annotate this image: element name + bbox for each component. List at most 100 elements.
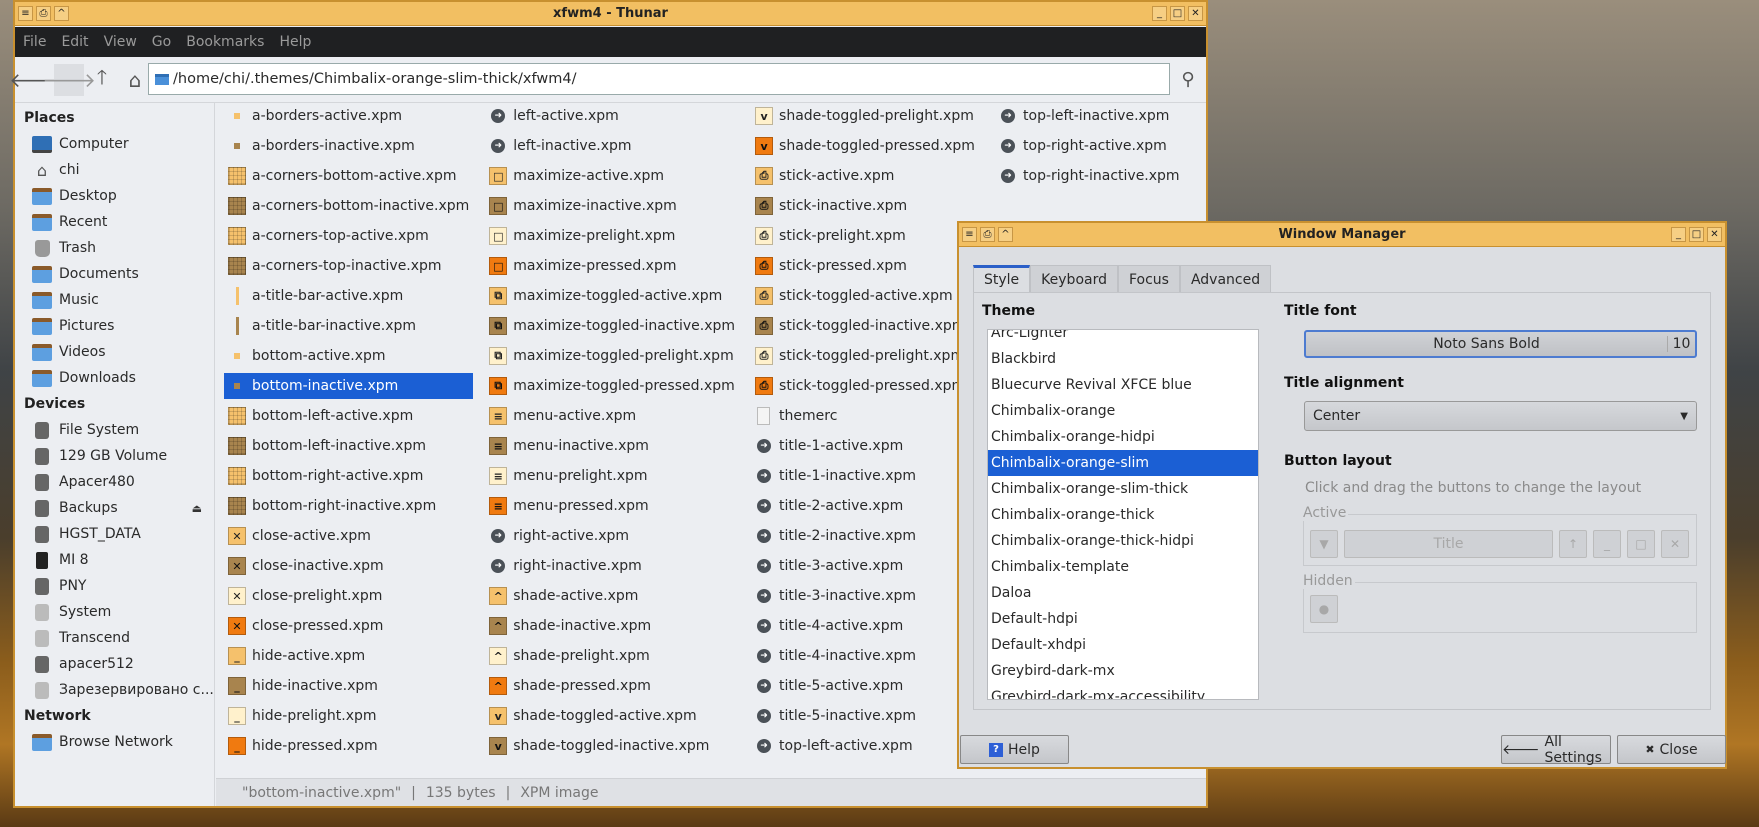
theme-list-item[interactable]: Greybird-dark-mx-accessibility	[988, 684, 1258, 699]
file-item[interactable]: ⧉ maximize-toggled-pressed.xpm	[485, 373, 739, 399]
file-item[interactable]: _ hide-prelight.xpm	[224, 703, 473, 729]
file-item[interactable]: ⎙ stick-pressed.xpm	[751, 253, 983, 279]
file-item[interactable]: ⎙ stick-inactive.xpm	[751, 193, 983, 219]
file-item[interactable]: ⎙ stick-toggled-active.xpm	[751, 283, 983, 309]
file-item[interactable]: a-title-bar-inactive.xpm	[224, 313, 473, 339]
file-item[interactable]: ➜ top-right-inactive.xpm	[995, 163, 1227, 189]
file-item[interactable]: ➜ left-inactive.xpm	[485, 133, 739, 159]
file-item[interactable]: ➜ top-right-active.xpm	[995, 133, 1227, 159]
file-item[interactable]: ^ shade-pressed.xpm	[485, 673, 739, 699]
sidebar-item[interactable]: Зарезервировано с...	[15, 677, 214, 703]
file-item[interactable]: ^ shade-prelight.xpm	[485, 643, 739, 669]
file-item[interactable]: ➜ title-2-inactive.xpm	[751, 523, 983, 549]
file-item[interactable]: ➜ left-active.xpm	[485, 103, 739, 129]
file-item[interactable]: _ hide-inactive.xpm	[224, 673, 473, 699]
shade-icon[interactable]: ^	[998, 227, 1013, 242]
hide-button-slot[interactable]: _	[1593, 530, 1621, 558]
sidebar-item[interactable]: Trash	[15, 235, 214, 261]
theme-list-item[interactable]: Arc-Lighter	[988, 330, 1258, 346]
file-item[interactable]: a-borders-inactive.xpm	[224, 133, 473, 159]
file-item[interactable]: ⧉ maximize-toggled-prelight.xpm	[485, 343, 739, 369]
file-item[interactable]: ✕ close-inactive.xpm	[224, 553, 473, 579]
tab-style[interactable]: Style	[973, 265, 1031, 293]
file-item[interactable]: ✕ close-pressed.xpm	[224, 613, 473, 639]
file-item[interactable]: ➜ right-active.xpm	[485, 523, 739, 549]
file-item[interactable]: ➜ title-3-inactive.xpm	[751, 583, 983, 609]
theme-list-item[interactable]: Greybird-dark-mx	[988, 658, 1258, 684]
sidebar-item[interactable]: Music	[15, 287, 214, 313]
up-arrow-icon[interactable]: 🡑	[87, 64, 117, 96]
file-item[interactable]: ➜ top-left-active.xpm	[751, 733, 983, 759]
file-item[interactable]: ≡ menu-inactive.xpm	[485, 433, 739, 459]
stick-icon[interactable]: ⎙	[36, 6, 51, 21]
menu-button-slot[interactable]: ▼	[1310, 530, 1338, 558]
file-item[interactable]: v shade-toggled-prelight.xpm	[751, 103, 983, 129]
minimize-button[interactable]: _	[1671, 227, 1686, 242]
sidebar-item[interactable]: PNY	[15, 573, 214, 599]
sidebar-item[interactable]: 129 GB Volume	[15, 443, 214, 469]
sidebar-item[interactable]: Downloads	[15, 365, 214, 391]
file-item[interactable]: v shade-toggled-pressed.xpm	[751, 133, 983, 159]
help-button[interactable]: ? Help	[960, 735, 1069, 764]
menu-file[interactable]: File	[23, 34, 46, 50]
file-item[interactable]: bottom-right-inactive.xpm	[224, 493, 473, 519]
stick-button-slot[interactable]: ●	[1310, 595, 1338, 623]
shade-icon[interactable]: ^	[54, 6, 69, 21]
theme-list-item[interactable]: Default-hdpi	[988, 606, 1258, 632]
sidebar-item[interactable]: Apacer480	[15, 469, 214, 495]
file-item[interactable]: bottom-right-active.xpm	[224, 463, 473, 489]
close-button[interactable]: ✕	[1707, 227, 1722, 242]
file-item[interactable]: ⎙ stick-toggled-pressed.xpm	[751, 373, 983, 399]
file-item[interactable]: a-title-bar-active.xpm	[224, 283, 473, 309]
sidebar-item[interactable]: Transcend	[15, 625, 214, 651]
file-item[interactable]: ✕ close-active.xpm	[224, 523, 473, 549]
file-item[interactable]: ➜ title-4-inactive.xpm	[751, 643, 983, 669]
file-item[interactable]: ^ shade-active.xpm	[485, 583, 739, 609]
title-button-slot[interactable]: Title	[1344, 530, 1553, 558]
theme-list-item[interactable]: Daloa	[988, 580, 1258, 606]
theme-list-item[interactable]: Bluecurve Revival XFCE blue	[988, 372, 1258, 398]
maximize-button[interactable]: □	[1689, 227, 1704, 242]
file-item[interactable]: bottom-inactive.xpm	[224, 373, 474, 399]
title-font-button[interactable]: Noto Sans Bold 10	[1304, 330, 1697, 358]
file-item[interactable]: □ maximize-pressed.xpm	[485, 253, 739, 279]
file-item[interactable]: ✕ close-prelight.xpm	[224, 583, 473, 609]
search-icon[interactable]: ⚲	[1172, 63, 1204, 95]
thunar-titlebar[interactable]: ≡ ⎙ ^ xfwm4 - Thunar _ □ ✕	[15, 2, 1206, 26]
theme-list-item[interactable]: Chimbalix-orange-thick	[988, 502, 1258, 528]
sidebar-item[interactable]: Recent	[15, 209, 214, 235]
menu-view[interactable]: View	[104, 34, 137, 50]
window-menu-icon[interactable]: ≡	[18, 6, 33, 21]
file-item[interactable]: _ hide-active.xpm	[224, 643, 473, 669]
sidebar-item[interactable]: HGST_DATA	[15, 521, 214, 547]
tab-keyboard[interactable]: Keyboard	[1030, 265, 1118, 293]
menu-bookmarks[interactable]: Bookmarks	[186, 34, 264, 50]
theme-list-item[interactable]: Chimbalix-orange	[988, 398, 1258, 424]
file-item[interactable]: ➜ title-3-active.xpm	[751, 553, 983, 579]
file-item[interactable]: ➜ title-1-inactive.xpm	[751, 463, 983, 489]
file-item[interactable]: _ hide-pressed.xpm	[224, 733, 473, 759]
close-button-slot[interactable]: ✕	[1661, 530, 1689, 558]
theme-list-item[interactable]: Chimbalix-orange-hidpi	[988, 424, 1258, 450]
file-item[interactable]: ^ shade-inactive.xpm	[485, 613, 739, 639]
tab-advanced[interactable]: Advanced	[1179, 265, 1272, 293]
theme-list-item[interactable]: Chimbalix-template	[988, 554, 1258, 580]
sidebar-item[interactable]: Desktop	[15, 183, 214, 209]
theme-list-item[interactable]: Chimbalix-orange-slim-thick	[988, 476, 1258, 502]
file-item[interactable]: ⎙ stick-toggled-prelight.xpm	[751, 343, 983, 369]
sidebar-item[interactable]: Backups ⏏	[15, 495, 214, 521]
file-item[interactable]: themerc	[751, 403, 983, 429]
eject-icon[interactable]: ⏏	[192, 502, 202, 515]
file-item[interactable]: ➜ top-left-inactive.xpm	[995, 103, 1227, 129]
file-item[interactable]: a-corners-bottom-inactive.xpm	[224, 193, 473, 219]
file-item[interactable]: bottom-left-inactive.xpm	[224, 433, 473, 459]
home-icon[interactable]: ⌂	[120, 64, 150, 96]
sidebar-item[interactable]: Browse Network	[15, 729, 214, 755]
file-item[interactable]: ➜ title-1-active.xpm	[751, 433, 983, 459]
menu-help[interactable]: Help	[279, 34, 311, 50]
sidebar-item[interactable]: File System	[15, 417, 214, 443]
file-item[interactable]: v shade-toggled-inactive.xpm	[485, 733, 739, 759]
theme-list-item[interactable]: Default-xhdpi	[988, 632, 1258, 658]
theme-list-item[interactable]: Chimbalix-orange-thick-hidpi	[988, 528, 1258, 554]
file-item[interactable]: a-corners-bottom-active.xpm	[224, 163, 473, 189]
